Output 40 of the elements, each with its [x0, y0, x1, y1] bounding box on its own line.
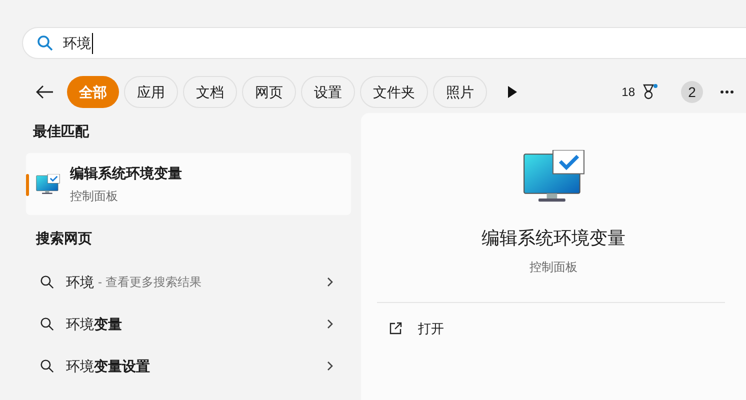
notification-badge[interactable]: 2	[681, 81, 703, 103]
query-text: 环境变量	[66, 314, 122, 334]
query-hint: - 查看更多搜索结果	[98, 274, 202, 291]
search-text: 环境	[63, 32, 93, 54]
filter-tab[interactable]: 设置	[301, 76, 355, 108]
detail-title: 编辑系统环境变量	[482, 226, 626, 250]
filter-tab[interactable]: 文档	[183, 76, 237, 108]
best-match-title: 编辑系统环境变量	[70, 164, 182, 183]
monitor-check-icon	[522, 150, 584, 203]
web-search-item[interactable]: 环境变量	[26, 303, 351, 345]
search-icon	[40, 275, 54, 289]
section-heading: 搜索网页	[36, 229, 93, 248]
best-match-item[interactable]: 编辑系统环境变量 控制面板	[26, 153, 351, 215]
filter-tab[interactable]: 文件夹	[360, 76, 428, 108]
selection-indicator	[26, 174, 29, 196]
search-icon	[40, 359, 54, 373]
open-external-icon	[389, 322, 402, 335]
filter-tab[interactable]: 网页	[242, 76, 296, 108]
monitor-check-icon	[36, 174, 60, 194]
detail-subtitle: 控制面板	[530, 258, 578, 276]
filter-tab[interactable]: 应用	[124, 76, 178, 108]
filter-tab[interactable]: 照片	[433, 76, 487, 108]
search-icon	[37, 35, 53, 51]
search-field[interactable]: 环境	[22, 27, 746, 59]
back-arrow-icon[interactable]	[36, 85, 54, 99]
action-link[interactable]: 打开	[389, 318, 444, 338]
more-icon[interactable]	[720, 90, 734, 94]
section-heading: 最佳匹配	[33, 122, 90, 141]
chevron-right-icon	[327, 361, 333, 371]
chevron-right-icon	[327, 277, 333, 287]
chevron-right-icon	[327, 319, 333, 329]
web-search-item[interactable]: 环境变量设置	[26, 345, 351, 387]
query-text: 环境	[66, 272, 94, 292]
best-match-subtitle: 控制面板	[70, 188, 119, 205]
web-search-item[interactable]: 环境 - 查看更多搜索结果	[26, 261, 351, 303]
medal-icon[interactable]	[642, 84, 658, 100]
query-text: 环境变量设置	[66, 356, 150, 376]
points-count: 18	[622, 84, 635, 101]
play-icon[interactable]	[507, 86, 517, 98]
search-icon	[40, 317, 54, 331]
